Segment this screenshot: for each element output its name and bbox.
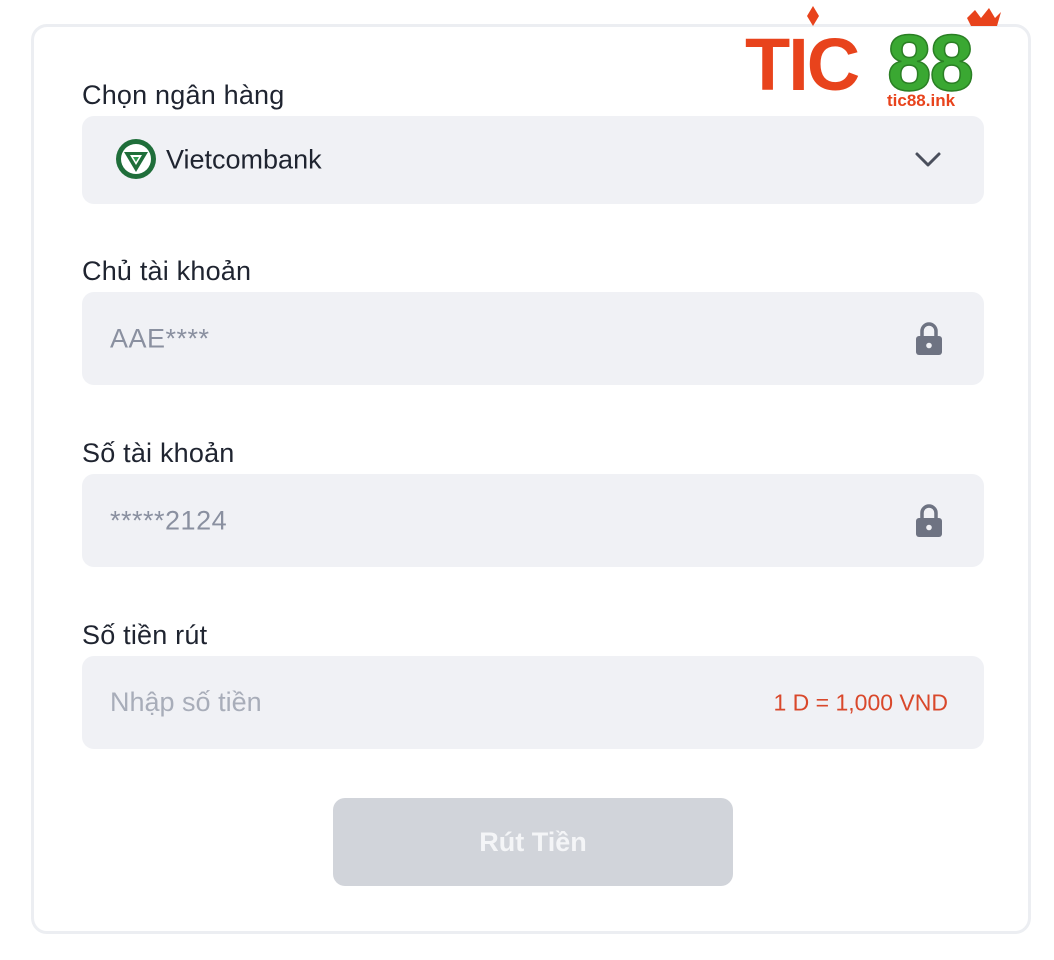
lock-icon (914, 321, 944, 357)
vietcombank-logo-icon (115, 138, 157, 180)
withdraw-page: TIC 88 tic88.ink Chọn ngân hàng Vietcomb… (0, 0, 1054, 960)
account-number-value: *****2124 (110, 505, 228, 535)
bank-select[interactable]: Vietcombank (82, 116, 984, 204)
svg-text:TIC: TIC (745, 23, 859, 106)
bank-select-label: Chọn ngân hàng (82, 80, 285, 110)
logo-domain: tic88.ink (887, 91, 956, 110)
chevron-down-icon[interactable] (914, 148, 942, 170)
tic88-logo-graphic: TIC 88 tic88.ink (745, 6, 1001, 110)
exchange-rate-hint: 1 D = 1,000 VND (773, 689, 948, 715)
selected-bank-name: Vietcombank (166, 144, 322, 175)
account-holder-label: Chủ tài khoản (82, 256, 252, 286)
account-number-label: Số tài khoản (82, 438, 235, 468)
amount-field: 1 D = 1,000 VND (82, 656, 984, 749)
amount-label: Số tiền rút (82, 620, 208, 650)
lock-icon (914, 503, 944, 539)
amount-input[interactable] (110, 656, 710, 749)
brand-logo: TIC 88 tic88.ink (745, 4, 1005, 112)
account-holder-field: AAE**** (82, 292, 984, 385)
account-holder-value: AAE**** (110, 323, 210, 353)
account-number-field: *****2124 (82, 474, 984, 567)
withdraw-button[interactable]: Rút Tiền (333, 798, 733, 886)
